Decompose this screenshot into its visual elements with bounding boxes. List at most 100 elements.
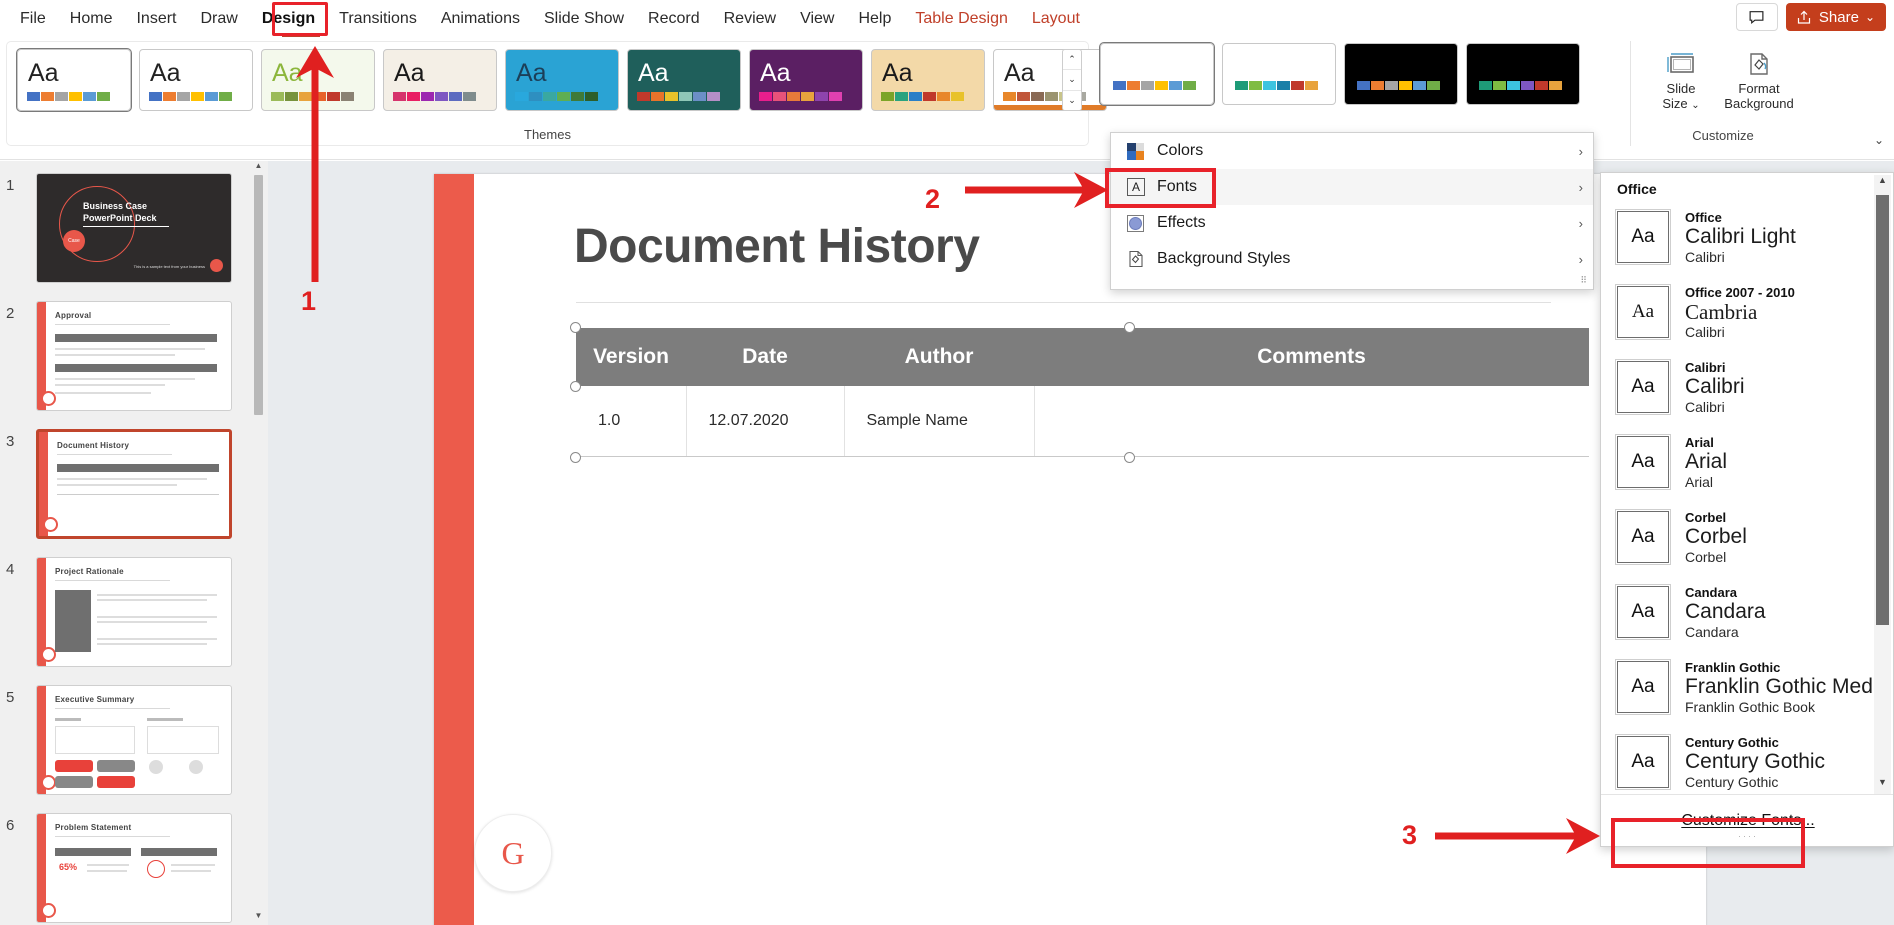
table-handle-bl[interactable]: [570, 452, 581, 463]
ribbon-tab-table-design[interactable]: Table Design: [903, 6, 1020, 32]
theme-wood-type-theme[interactable]: Aa: [383, 49, 497, 111]
thumbnail-scroll-down-icon[interactable]: ▼: [253, 911, 264, 925]
share-icon: [1797, 10, 1811, 24]
slide-title[interactable]: Document History: [574, 219, 980, 274]
customize-fonts-button[interactable]: Customize Fonts... ····: [1601, 794, 1893, 846]
font-theme-item-office[interactable]: Aa Office Calibri Light Calibri: [1601, 205, 1877, 280]
theme-menu-item-fonts[interactable]: A Fonts ›: [1111, 169, 1593, 205]
ribbon-tab-transitions[interactable]: Transitions: [327, 6, 429, 32]
slide-thumbnail-3[interactable]: Document History: [36, 429, 232, 539]
slide-thumbnail-1[interactable]: Business Case PowerPoint Deck Case This is …: [36, 173, 232, 283]
variant-variant-dark-1[interactable]: [1344, 43, 1458, 105]
ribbon-tab-help[interactable]: Help: [846, 6, 903, 32]
slide-thumbnail-4[interactable]: Project Rationale: [36, 557, 232, 667]
font-theme-item-calibri[interactable]: Aa Calibri Calibri Calibri: [1601, 355, 1877, 430]
ribbon-collapse-icon[interactable]: ⌄: [1874, 133, 1884, 147]
table-row[interactable]: 1.0 12.07.2020 Sample Name: [576, 386, 1589, 457]
theme-office-theme[interactable]: Aa: [16, 48, 132, 112]
slide-size-label-2: Size: [1662, 96, 1688, 111]
variant-variant-light-1[interactable]: [1099, 42, 1215, 106]
theme-sample-text: Aa: [394, 59, 425, 87]
ribbon-tab-slide-show[interactable]: Slide Show: [532, 6, 636, 32]
font-theme-item-corbel[interactable]: Aa Corbel Corbel Corbel: [1601, 505, 1877, 580]
ribbon-tab-record[interactable]: Record: [636, 6, 712, 32]
font-theme-item-arial[interactable]: Aa Arial Arial Arial: [1601, 430, 1877, 505]
table-handle-ml[interactable]: [570, 381, 581, 392]
slide-thumbnail-5[interactable]: Executive Summary: [36, 685, 232, 795]
table-header-row: Version Date Author Comments: [576, 328, 1589, 386]
share-caret-icon[interactable]: ⌄: [1865, 10, 1875, 24]
theme-ion-purple-theme[interactable]: Aa: [749, 49, 863, 111]
font-theme-item-franklin-gothic[interactable]: Aa Franklin Gothic Franklin Gothic Med Fran…: [1601, 655, 1877, 730]
table-handle-tm[interactable]: [1124, 322, 1135, 333]
table-cell[interactable]: 12.07.2020: [686, 386, 845, 457]
table-handle-tl[interactable]: [570, 322, 581, 333]
theme-fonts-flyout[interactable]: Office Aa Office Calibri Light Calibri Aa Off…: [1600, 172, 1894, 847]
table-handle-bm[interactable]: [1124, 452, 1135, 463]
slide-thumbnail-pane[interactable]: 1 Business Case PowerPoint Deck Case This is…: [0, 161, 268, 925]
font-scroll-up-icon[interactable]: ▲: [1874, 175, 1891, 192]
document-history-table[interactable]: Version Date Author Comments 1.0 12.07.2020 S…: [576, 328, 1589, 457]
theme-berlin-theme[interactable]: Aa: [139, 49, 253, 111]
themes-more-icon[interactable]: ⌄: [1063, 91, 1081, 110]
theme-menu-item-colors[interactable]: Colors ›: [1111, 133, 1593, 169]
font-theme-item-century-gothic[interactable]: Aa Century Gothic Century Gothic Century Go…: [1601, 730, 1877, 794]
table-header-cell[interactable]: Date: [686, 328, 844, 386]
ribbon-tab-home[interactable]: Home: [58, 6, 125, 32]
theme-ion-boardroom-teal[interactable]: Aa: [627, 49, 741, 111]
menu-resize-grip[interactable]: ⠿: [1580, 275, 1588, 286]
thumbnail-scrollbar[interactable]: ▲ ▼: [253, 161, 264, 925]
themes-scroll-down-icon[interactable]: ⌄: [1063, 70, 1081, 91]
thumbnail-scroll-thumb[interactable]: [254, 175, 263, 415]
ribbon-tab-review[interactable]: Review: [712, 6, 788, 32]
ribbon-tab-layout[interactable]: Layout: [1020, 6, 1092, 32]
ribbon-tab-animations[interactable]: Animations: [429, 6, 532, 32]
slide-thumbnail-6[interactable]: Problem Statement 65%: [36, 813, 232, 923]
themes-scroll-controls[interactable]: ⌃ ⌄ ⌄: [1062, 49, 1082, 111]
font-theme-body-font: Calibri: [1685, 248, 1725, 265]
font-theme-body-font: Franklin Gothic Book: [1685, 698, 1815, 715]
slide-size-caret-icon[interactable]: ⌄: [1691, 100, 1699, 111]
font-scroll-thumb[interactable]: [1876, 195, 1889, 625]
table-cell[interactable]: [1034, 386, 1589, 457]
table-header-cell[interactable]: Author: [844, 328, 1034, 386]
theme-damask-theme[interactable]: Aa: [505, 49, 619, 111]
table-cell[interactable]: Sample Name: [844, 386, 1035, 457]
slide-size-button[interactable]: Slide Size ⌄: [1645, 47, 1717, 113]
font-preview-swatch: Aa: [1615, 359, 1671, 415]
theme-green-leaf-theme[interactable]: Aa: [261, 49, 375, 111]
theme-badge-theme[interactable]: Aa: [993, 49, 1107, 111]
theme-swatches: [759, 92, 842, 101]
theme-wisp-theme[interactable]: Aa: [871, 49, 985, 111]
variants-gallery[interactable]: [1099, 42, 1624, 106]
font-theme-item-candara[interactable]: Aa Candara Candara Candara: [1601, 580, 1877, 655]
variant-variant-light-2[interactable]: [1222, 43, 1336, 105]
ribbon-tab-file[interactable]: File: [8, 6, 58, 32]
ribbon-tab-insert[interactable]: Insert: [124, 6, 188, 32]
variant-swatches: [1235, 81, 1318, 90]
ribbon-tab-design[interactable]: Design: [250, 6, 327, 32]
comments-button[interactable]: [1735, 3, 1778, 31]
share-button[interactable]: Share ⌄: [1785, 3, 1886, 31]
table-header-cell[interactable]: Version: [576, 328, 686, 386]
font-theme-item-office-2007-2010[interactable]: Aa Office 2007 - 2010 Cambria Calibri: [1601, 280, 1877, 355]
themes-gallery[interactable]: Aa Aa Aa Aa Aa Aa Aa Aa Aa: [16, 48, 1107, 112]
thumb-title: Executive Summary: [55, 695, 135, 704]
theme-menu-item-background-styles[interactable]: Background Styles ›: [1111, 241, 1593, 277]
font-list-scrollbar[interactable]: ▲ ▼: [1874, 175, 1891, 794]
themes-scroll-up-icon[interactable]: ⌃: [1063, 50, 1081, 71]
slide-thumbnail-2[interactable]: Approval: [36, 301, 232, 411]
thumbnail-number: 2: [6, 305, 15, 322]
theme-swatches: [27, 92, 110, 101]
ribbon-tab-draw[interactable]: Draw: [188, 6, 249, 32]
flyout-resize-grip[interactable]: ····: [1738, 831, 1758, 841]
thumbnail-scroll-up-icon[interactable]: ▲: [253, 161, 264, 175]
theme-variants-dropdown-menu[interactable]: Colors › A Fonts › Effects › Background Styles ›…: [1110, 132, 1594, 290]
format-background-button[interactable]: Format Background: [1723, 47, 1795, 113]
variant-variant-dark-2[interactable]: [1466, 43, 1580, 105]
ribbon-tab-view[interactable]: View: [788, 6, 846, 32]
font-scroll-down-icon[interactable]: ▼: [1874, 777, 1891, 794]
table-cell[interactable]: 1.0: [576, 386, 687, 457]
theme-menu-item-effects[interactable]: Effects ›: [1111, 205, 1593, 241]
table-header-cell[interactable]: Comments: [1034, 328, 1589, 386]
